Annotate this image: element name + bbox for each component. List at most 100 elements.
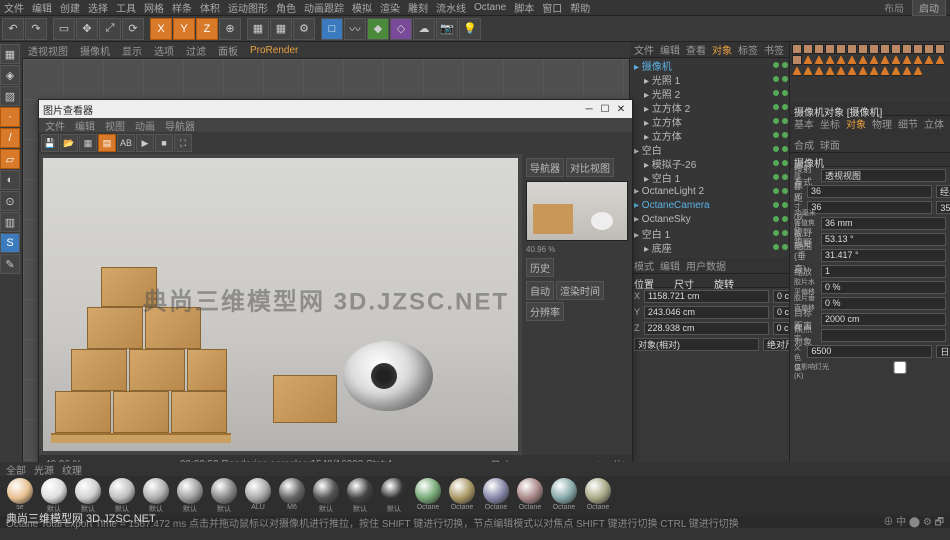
menu-render[interactable]: 渲染 — [380, 0, 400, 15]
object-tag[interactable] — [913, 55, 923, 65]
model-mode[interactable]: ▦ — [0, 44, 20, 64]
object-row[interactable]: ▸ 模拟子-26 — [630, 156, 789, 170]
object-tag[interactable] — [836, 55, 846, 65]
scale-tool[interactable]: ⤢ — [99, 18, 121, 40]
object-tag[interactable] — [836, 66, 846, 76]
object-row[interactable]: ▸ 光照 2 — [630, 86, 789, 100]
object-tag[interactable] — [814, 44, 824, 54]
cube-primitive[interactable]: □ — [321, 18, 343, 40]
pv-menu-anim[interactable]: 动画 — [135, 118, 155, 133]
menu-track[interactable]: 动画跟踪 — [304, 0, 344, 15]
object-row[interactable]: ▸ 立方体 — [630, 128, 789, 142]
size-y-input[interactable] — [773, 306, 789, 319]
op-tab-tag[interactable]: 标签 — [738, 42, 758, 57]
poly-mode[interactable]: ▱ — [0, 149, 20, 169]
workplane-button[interactable]: ▥ — [0, 212, 20, 232]
atab-phys[interactable]: 物理 — [872, 116, 892, 131]
object-tag[interactable] — [913, 66, 923, 76]
attr-tab-mode[interactable]: 模式 — [634, 258, 654, 273]
view-tab-display[interactable]: 显示 — [122, 43, 142, 58]
object-tag[interactable] — [869, 44, 879, 54]
object-tag[interactable] — [891, 66, 901, 76]
spline-primitive[interactable]: 〰 — [344, 18, 366, 40]
object-tag[interactable] — [880, 55, 890, 65]
pv-menu-file[interactable]: 文件 — [45, 118, 65, 133]
object-row[interactable]: ▸ 光照 1 — [630, 72, 789, 86]
object-row[interactable]: ▸ 空白 — [630, 142, 789, 156]
material-ball[interactable]: 默认 — [310, 478, 342, 514]
pv-filter-icon[interactable]: ▤ — [98, 134, 116, 152]
object-tag[interactable] — [869, 66, 879, 76]
minimize-button[interactable]: ─ — [582, 102, 596, 116]
object-tag[interactable] — [803, 44, 813, 54]
wb-input[interactable] — [807, 345, 932, 358]
object-tag[interactable] — [858, 44, 868, 54]
menu-edit[interactable]: 编辑 — [32, 0, 52, 15]
pv-filter-auto[interactable]: 自动 — [526, 281, 554, 300]
sensor-preset[interactable] — [936, 201, 950, 214]
menu-volume[interactable]: 体积 — [200, 0, 220, 15]
projection-select[interactable] — [821, 169, 946, 182]
attr-tab-edit[interactable]: 编辑 — [660, 258, 680, 273]
material-ball[interactable]: 默认 — [208, 478, 240, 514]
menu-octane[interactable]: Octane — [474, 2, 506, 13]
material-ball[interactable]: Octane — [480, 478, 512, 514]
render-region-button[interactable]: ▦ — [270, 18, 292, 40]
object-tag[interactable] — [825, 44, 835, 54]
menu-script[interactable]: 脚本 — [514, 0, 534, 15]
fovv-input[interactable] — [821, 249, 946, 262]
mat-tab-all[interactable]: 全部 — [6, 462, 26, 477]
pv-ab-icon[interactable]: AB — [117, 134, 135, 152]
object-tag[interactable] — [792, 55, 802, 65]
pv-menu-nav[interactable]: 导航器 — [165, 118, 195, 133]
object-row[interactable]: ▸ 空白 1 — [630, 226, 789, 240]
view-tab-panel[interactable]: 面板 — [218, 43, 238, 58]
object-mode[interactable]: ◈ — [0, 65, 20, 85]
axis-y-button[interactable]: Y — [173, 18, 195, 40]
object-tag[interactable] — [803, 66, 813, 76]
material-ball[interactable]: Octane — [446, 478, 478, 514]
object-tag[interactable] — [858, 66, 868, 76]
attr-tab-user[interactable]: 用户数据 — [686, 258, 726, 273]
material-ball[interactable]: Octane — [548, 478, 580, 514]
object-tag[interactable] — [847, 66, 857, 76]
op-tab-edit[interactable]: 编辑 — [660, 42, 680, 57]
equiv-input[interactable] — [821, 217, 946, 230]
material-ball[interactable]: 默认 — [72, 478, 104, 514]
pv-stop-icon[interactable]: ■ — [155, 134, 173, 152]
select-tool[interactable]: ▭ — [53, 18, 75, 40]
render-settings-button[interactable]: ⚙ — [293, 18, 315, 40]
coord-scale-select[interactable] — [763, 338, 789, 351]
menu-create[interactable]: 创建 — [60, 0, 80, 15]
axis-z-button[interactable]: Z — [196, 18, 218, 40]
object-tag[interactable] — [924, 55, 934, 65]
object-tag[interactable] — [891, 44, 901, 54]
menu-tools[interactable]: 工具 — [116, 0, 136, 15]
layout-dropdown[interactable]: 启动 — [912, 0, 946, 16]
object-row[interactable]: ▸ OctaneLight 2 — [630, 184, 789, 198]
sensor-input[interactable] — [807, 201, 932, 214]
menu-mograph[interactable]: 运动图形 — [228, 0, 268, 15]
view-tab-persp[interactable]: 透视视图 — [28, 43, 68, 58]
coord-mode-select[interactable] — [634, 338, 759, 351]
menu-spline[interactable]: 样条 — [172, 0, 192, 15]
menu-window[interactable]: 窗口 — [542, 0, 562, 15]
object-tag[interactable] — [836, 44, 846, 54]
texture-mode[interactable]: ▨ — [0, 86, 20, 106]
menu-help[interactable]: 帮助 — [570, 0, 590, 15]
material-ball[interactable]: Octane — [582, 478, 614, 514]
coord-system-button[interactable]: ⊕ — [219, 18, 241, 40]
deformer-button[interactable]: ◇ — [390, 18, 412, 40]
material-ball[interactable]: 默认 — [38, 478, 70, 514]
atab-stereo[interactable]: 立体 — [924, 116, 944, 131]
mat-tab-tex[interactable]: 纹理 — [62, 462, 82, 477]
menu-sculpt[interactable]: 雕刻 — [408, 0, 428, 15]
object-tag[interactable] — [803, 55, 813, 65]
zoom-input[interactable] — [821, 265, 946, 278]
object-row[interactable]: ▸ 立方体 2 — [630, 100, 789, 114]
object-tag[interactable] — [792, 44, 802, 54]
object-tag[interactable] — [935, 55, 945, 65]
object-tag[interactable] — [825, 55, 835, 65]
tag-area[interactable] — [790, 42, 950, 102]
object-tag[interactable] — [858, 55, 868, 65]
